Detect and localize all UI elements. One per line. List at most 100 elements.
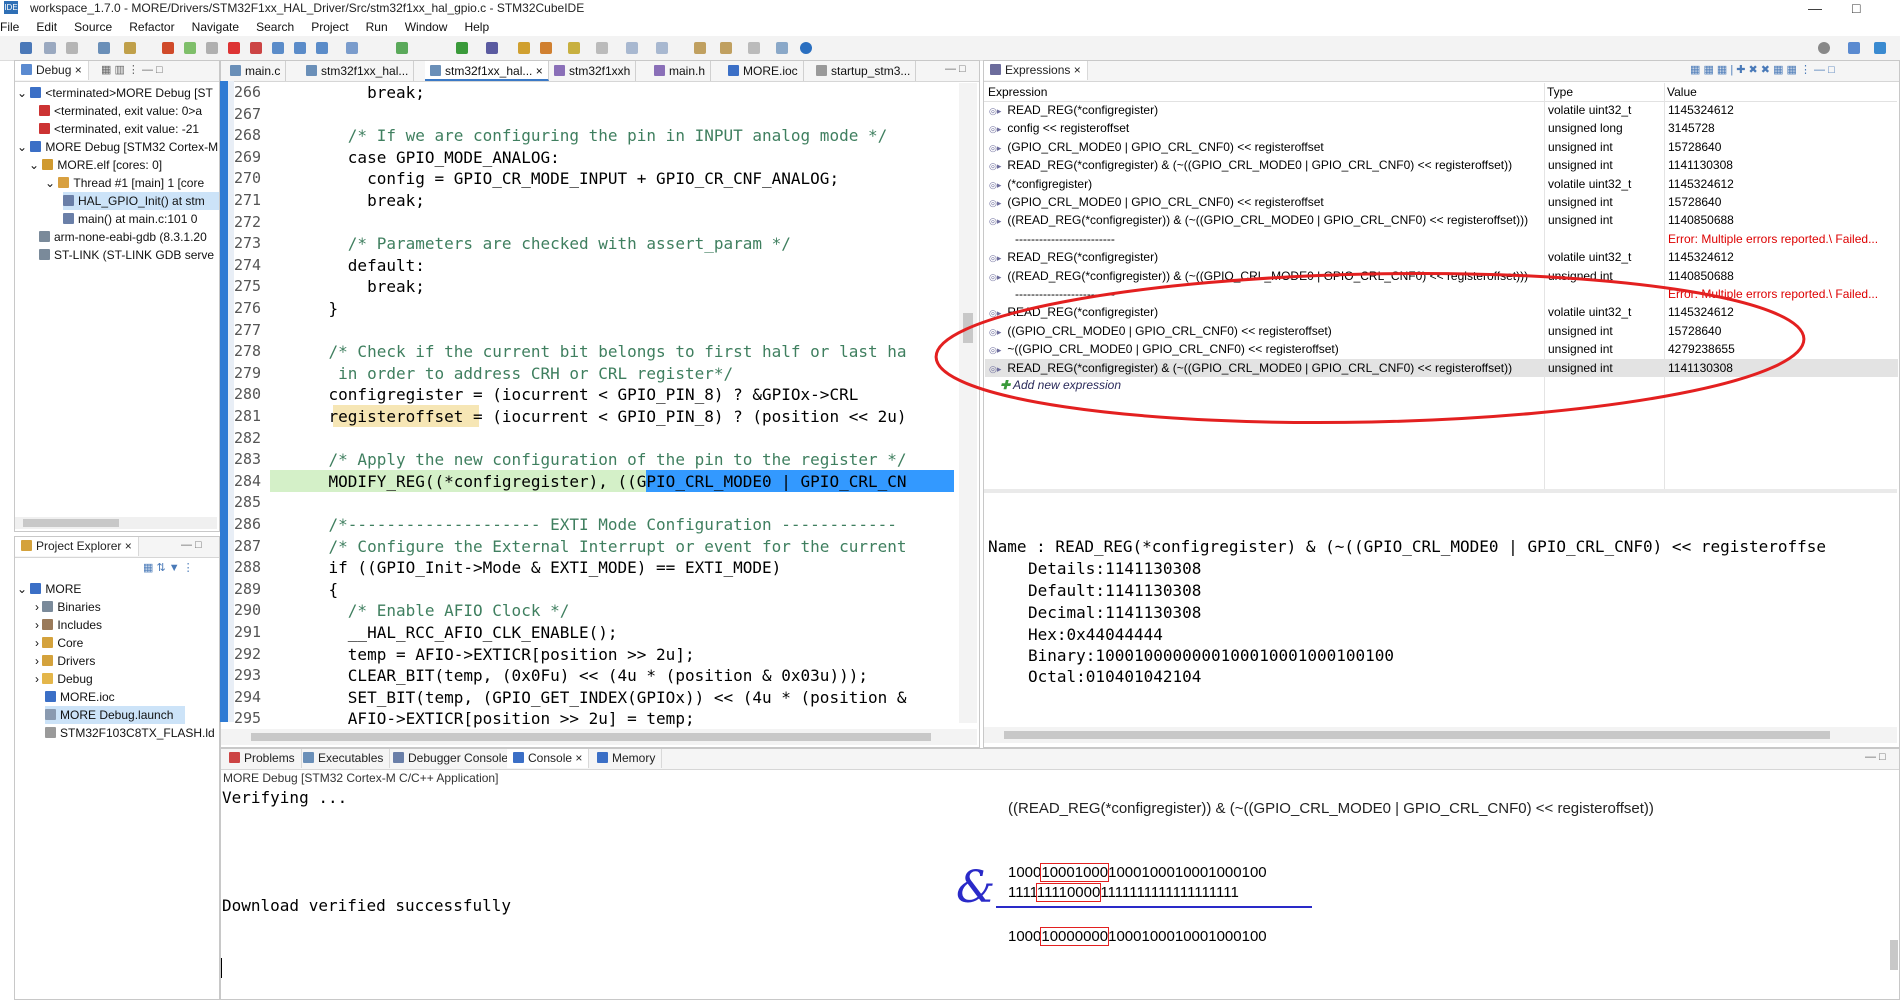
prev-annotation-icon[interactable]: [656, 42, 668, 54]
tree-item-gdb[interactable]: arm-none-eabi-gdb (8.3.1.20: [39, 228, 207, 246]
code-line[interactable]: AFIO->EXTICR[position >> 2u] = temp;: [290, 708, 695, 730]
tab-more-ioc[interactable]: MORE.ioc: [723, 61, 804, 81]
terminate-icon[interactable]: [228, 42, 240, 54]
save-icon[interactable]: [44, 42, 56, 54]
tab-problems[interactable]: Problems: [223, 749, 302, 768]
menu-window[interactable]: Window: [405, 20, 448, 34]
expression-row[interactable]: ◎▸ (*configregister) volatile uint32_t 1145…: [985, 175, 1898, 193]
column-header-value[interactable]: Value: [1667, 85, 1697, 99]
editor-hscrollbar[interactable]: [221, 729, 977, 745]
code-line[interactable]: /* Parameters are checked with assert_pa…: [290, 233, 791, 255]
project-explorer-controls[interactable]: — □: [181, 539, 202, 551]
tab-debug[interactable]: Debug ×: [15, 61, 89, 80]
code-line[interactable]: break;: [290, 82, 425, 104]
suspend-icon[interactable]: [206, 42, 218, 54]
forward-icon[interactable]: [720, 42, 732, 54]
code-line[interactable]: /* If we are configuring the pin in INPU…: [290, 125, 887, 147]
tree-item-binaries[interactable]: › Binaries: [35, 598, 101, 616]
editor-controls[interactable]: — □: [945, 63, 966, 75]
tree-item-stlink[interactable]: ST-LINK (ST-LINK GDB serve: [39, 246, 214, 264]
maximize-button[interactable]: □: [1852, 0, 1860, 16]
expressions-toolbar[interactable]: ▦ ▦ ▦ | ✚ ✖ ✖ ▦ ▦ ⋮ — □: [1690, 63, 1835, 76]
code-line[interactable]: /* Check if the current bit belongs to f…: [290, 341, 907, 363]
code-line[interactable]: case GPIO_MODE_ANALOG:: [290, 147, 560, 169]
toggle-block-icon[interactable]: [596, 42, 608, 54]
menu-navigate[interactable]: Navigate: [192, 20, 239, 34]
code-line[interactable]: config = GPIO_CR_MODE_INPUT + GPIO_CR_CN…: [290, 168, 839, 190]
tab-console[interactable]: Console ×: [507, 749, 590, 768]
code-line[interactable]: if ((GPIO_Init->Mode & EXTI_MODE) == EXT…: [290, 557, 782, 579]
code-line[interactable]: default:: [290, 255, 425, 277]
tree-item-core[interactable]: › Core: [35, 634, 83, 652]
expression-row[interactable]: ◎▸ (GPIO_CRL_MODE0 | GPIO_CRL_CNF0) << re…: [985, 138, 1898, 156]
menu-search[interactable]: Search: [256, 20, 294, 34]
menu-file[interactable]: File: [0, 20, 19, 34]
perspective-icon[interactable]: [1848, 42, 1860, 54]
expression-row[interactable]: ◎▸ READ_REG(*configregister) volatile uint…: [985, 248, 1898, 266]
tab-executables[interactable]: Executables: [297, 749, 391, 768]
code-line[interactable]: in order to address CRH or CRL register*…: [290, 363, 733, 385]
code-line[interactable]: /*-------------------- EXTI Mode Configu…: [290, 514, 897, 536]
column-header-type[interactable]: Type: [1547, 85, 1573, 99]
menu-edit[interactable]: Edit: [36, 20, 57, 34]
debug-connect-icon[interactable]: [162, 42, 174, 54]
disconnect-icon[interactable]: [250, 42, 262, 54]
step-over-icon[interactable]: [294, 42, 306, 54]
build-icon[interactable]: [98, 42, 110, 54]
instruction-stepping-icon[interactable]: [346, 42, 358, 54]
code-line[interactable]: CLEAR_BIT(temp, (0x0Fu) << (4u * (positi…: [290, 665, 868, 687]
expression-row[interactable]: ◎▸ (GPIO_CRL_MODE0 | GPIO_CRL_CNF0) << re…: [985, 193, 1898, 211]
step-into-icon[interactable]: [272, 42, 284, 54]
tree-item-more-ioc[interactable]: MORE.ioc: [45, 688, 115, 706]
run-icon[interactable]: [396, 42, 408, 54]
minimize-button[interactable]: —: [1808, 0, 1822, 16]
code-line[interactable]: break;: [290, 276, 425, 298]
tab-main-h[interactable]: main.h: [649, 61, 712, 81]
tree-item-debug[interactable]: › Debug: [35, 670, 93, 688]
tab-project-explorer[interactable]: Project Explorer ×: [15, 537, 139, 556]
debug-view-toolbar[interactable]: ▦ ▥ ⋮ — □: [101, 63, 163, 76]
debug-perspective-icon[interactable]: [1874, 42, 1886, 54]
details-sash[interactable]: [984, 489, 1897, 493]
tab-startup[interactable]: startup_stm3...: [811, 61, 917, 81]
tab-main-c[interactable]: main.c: [225, 61, 287, 81]
code-line[interactable]: MODIFY_REG((*configregister), ((GPIO_CRL…: [290, 471, 907, 493]
debug-view-hscrollbar[interactable]: [15, 517, 217, 529]
tree-item-linker-script[interactable]: STM32F103C8TX_FLASH.ld: [45, 724, 215, 742]
menu-refactor[interactable]: Refactor: [129, 20, 174, 34]
tab-expressions[interactable]: Expressions ×: [984, 61, 1088, 80]
resume-icon[interactable]: [184, 42, 196, 54]
tree-item-drivers[interactable]: › Drivers: [35, 652, 95, 670]
tree-item-more-debug-launch[interactable]: MORE Debug.launch: [45, 706, 185, 724]
new-icon[interactable]: [20, 42, 32, 54]
column-header-expression[interactable]: Expression: [988, 85, 1047, 99]
expression-row[interactable]: ◎▸ config << registeroffset unsigned long 3…: [985, 119, 1898, 137]
search-icon[interactable]: [1818, 42, 1830, 54]
pin-editor-icon[interactable]: [776, 42, 788, 54]
tab-hal-gpio-c[interactable]: stm32f1xx_hal... ×: [425, 61, 549, 81]
save-all-icon[interactable]: [66, 42, 78, 54]
tree-item-launch[interactable]: ⌄ MORE Debug [STM32 Cortex-M: [17, 138, 218, 156]
tree-item-thread[interactable]: ⌄ Thread #1 [main] 1 [core: [45, 174, 204, 192]
step-return-icon[interactable]: [316, 42, 328, 54]
last-edit-icon[interactable]: [748, 42, 760, 54]
external-tools-icon[interactable]: [486, 42, 498, 54]
info-icon[interactable]: [800, 42, 812, 54]
code-line[interactable]: /* Configure the External Interrupt or e…: [290, 536, 907, 558]
code-line[interactable]: __HAL_RCC_AFIO_CLK_ENABLE();: [290, 622, 618, 644]
menu-help[interactable]: Help: [464, 20, 489, 34]
mark-occurrences-icon[interactable]: [568, 42, 580, 54]
search-tool-icon[interactable]: [540, 42, 552, 54]
tree-item-terminated-process-2[interactable]: <terminated, exit value: -21: [39, 120, 199, 138]
expression-row[interactable]: ◎▸ READ_REG(*configregister) & (~((GPIO_C…: [985, 156, 1898, 174]
code-line[interactable]: SET_BIT(temp, (GPIO_GET_INDEX(GPIOx)) <<…: [290, 687, 907, 709]
tree-item-terminated-launch[interactable]: ⌄ <terminated>MORE Debug [ST: [17, 84, 213, 102]
tree-item-terminated-process-1[interactable]: <terminated, exit value: 0>a: [39, 102, 202, 120]
code-line[interactable]: {: [290, 579, 339, 601]
menu-project[interactable]: Project: [311, 20, 348, 34]
tree-item-elf[interactable]: ⌄ MORE.elf [cores: 0]: [29, 156, 162, 174]
expression-row[interactable]: ◎▸ ((READ_REG(*configregister)) & (~((GPI…: [985, 211, 1898, 229]
code-line[interactable]: /* Enable AFIO Clock */: [290, 600, 570, 622]
console-vscrollbar[interactable]: [1890, 940, 1898, 970]
tab-debugger-console[interactable]: Debugger Console: [387, 749, 516, 768]
